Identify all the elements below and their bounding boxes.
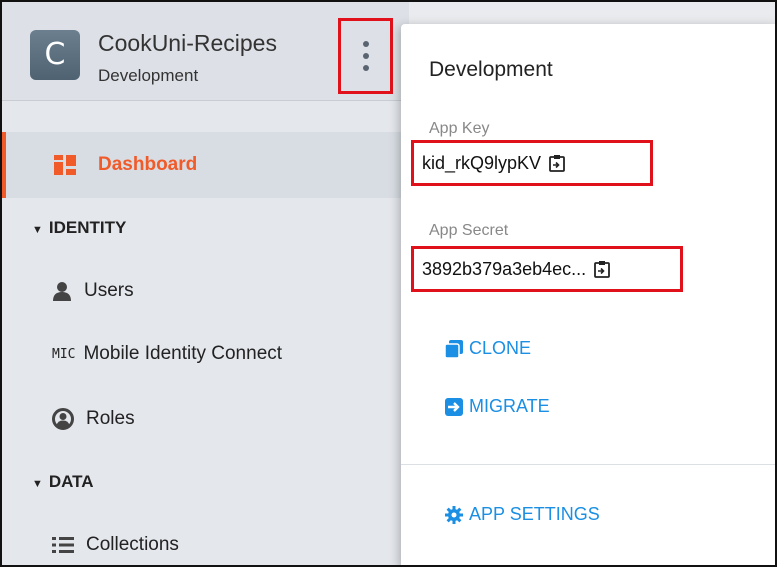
mic-icon: MIC [52, 346, 76, 362]
sidebar-item-label: Dashboard [98, 154, 198, 175]
section-label: DATA [48, 472, 94, 491]
section-data[interactable]: ▼ DATA [32, 472, 94, 492]
migrate-button[interactable]: MIGRATE [445, 396, 550, 417]
app-key-label: App Key [429, 120, 490, 137]
list-icon [52, 537, 74, 553]
app-key-field[interactable]: kid_rkQ9lypKV [411, 140, 653, 186]
dot-icon [362, 53, 369, 59]
app-secret-label: App Secret [429, 222, 509, 239]
app-name: CookUni-Recipes [98, 30, 277, 56]
app-avatar[interactable]: C [30, 30, 80, 80]
sidebar-item-label: Collections [86, 534, 179, 555]
clone-label: CLONE [469, 338, 532, 358]
sidebar-item-label: Mobile Identity Connect [83, 343, 283, 364]
app-environment: Development [98, 66, 199, 85]
app-settings-button[interactable]: APP SETTINGS [445, 504, 600, 525]
dot-icon [362, 65, 369, 71]
sidebar: C CookUni-Recipes Development Dashboard … [2, 2, 409, 565]
panel-divider [401, 464, 777, 465]
sidebar-item-mobile-identity-connect[interactable]: MIC Mobile Identity Connect [50, 343, 282, 365]
sidebar-item-label: Users [84, 280, 134, 301]
migrate-label: MIGRATE [469, 396, 550, 416]
sidebar-item-dashboard[interactable]: Dashboard [2, 132, 409, 198]
panel-title: Development [429, 58, 553, 81]
app-secret-value: 3892b379a3eb4ec... [422, 258, 587, 279]
app-header: C CookUni-Recipes Development [2, 2, 409, 101]
section-label: IDENTITY [48, 218, 127, 237]
clone-icon [445, 339, 463, 358]
app-secret-field[interactable]: 3892b379a3eb4ec... [411, 246, 683, 292]
more-options-button[interactable] [338, 18, 393, 94]
environment-dropdown-panel: Development App Key kid_rkQ9lypKV App Se… [401, 24, 777, 567]
dot-icon [362, 41, 369, 47]
sidebar-item-users[interactable]: Users [52, 280, 134, 302]
migrate-icon [445, 397, 463, 416]
sidebar-item-roles[interactable]: Roles [52, 408, 135, 430]
caret-down-icon: ▼ [32, 478, 43, 490]
sidebar-item-label: Roles [86, 408, 135, 429]
roles-icon [52, 408, 74, 430]
clipboard-icon[interactable] [594, 260, 611, 278]
section-identity[interactable]: ▼ IDENTITY [32, 218, 126, 238]
clipboard-icon[interactable] [549, 154, 565, 172]
clone-button[interactable]: CLONE [445, 338, 531, 359]
app-avatar-initial: C [44, 37, 66, 72]
dashboard-icon [54, 155, 76, 175]
sidebar-item-collections[interactable]: Collections [52, 534, 179, 556]
gear-icon [445, 505, 463, 524]
app-key-value: kid_rkQ9lypKV [422, 152, 542, 173]
app-settings-label: APP SETTINGS [469, 504, 600, 524]
user-icon [53, 282, 71, 301]
caret-down-icon: ▼ [32, 224, 43, 236]
